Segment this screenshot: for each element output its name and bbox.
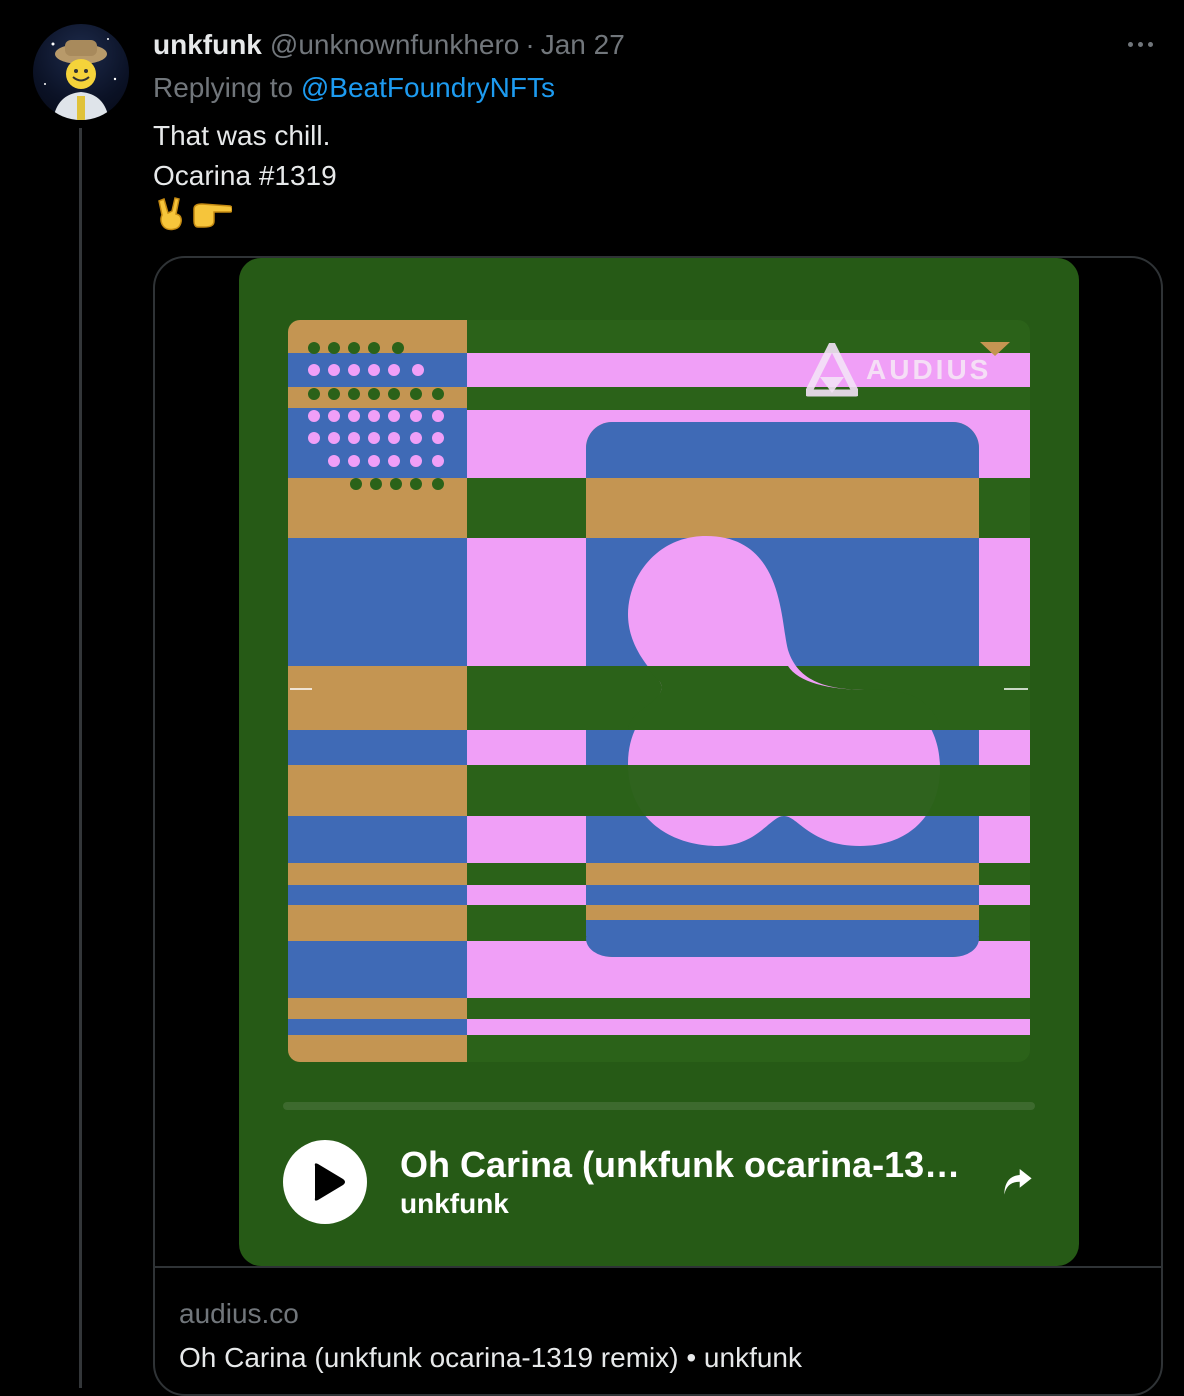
share-button[interactable]	[999, 1165, 1039, 1201]
track-artist[interactable]: unkfunk	[400, 1188, 509, 1220]
tweet-header: unkfunk @unknownfunkhero · Jan 27	[153, 28, 625, 62]
tweet-text-line: Ocarina #1319	[153, 160, 337, 191]
replying-to: Replying to @BeatFoundryNFTs	[153, 72, 555, 104]
tweet-text-line: That was chill.	[153, 120, 331, 151]
separator: ·	[525, 29, 535, 60]
audius-logo: AUDIUS	[806, 343, 991, 397]
play-button[interactable]	[283, 1140, 367, 1224]
pointing-right-icon	[193, 203, 232, 228]
replying-prefix: Replying to	[153, 72, 301, 103]
track-title[interactable]: Oh Carina (unkfunk ocarina-1319 remix)	[400, 1144, 980, 1186]
share-icon	[1004, 1169, 1032, 1195]
display-name[interactable]: unkfunk	[153, 29, 262, 61]
album-artwork[interactable]	[288, 320, 1030, 1062]
victory-hand-icon	[158, 197, 182, 231]
thread-line	[79, 128, 82, 1388]
audius-logo-text: AUDIUS	[866, 354, 992, 385]
card-domain: audius.co	[179, 1298, 299, 1329]
reply-mention-link[interactable]: @BeatFoundryNFTs	[301, 72, 555, 103]
tweet-date[interactable]: Jan 27	[541, 29, 625, 61]
tweet-text: That was chill. Ocarina #1319	[153, 116, 337, 196]
play-icon	[314, 1163, 345, 1201]
more-icon[interactable]	[1128, 36, 1164, 52]
user-avatar[interactable]	[33, 24, 129, 120]
card-title: Oh Carina (unkfunk ocarina-1319 remix) •…	[179, 1342, 802, 1373]
card-divider	[155, 1266, 1161, 1268]
audius-logo-icon	[806, 343, 858, 397]
user-handle[interactable]: @unknownfunkhero	[270, 29, 519, 61]
progress-bar[interactable]	[283, 1102, 1035, 1110]
emoji-row	[156, 194, 232, 234]
